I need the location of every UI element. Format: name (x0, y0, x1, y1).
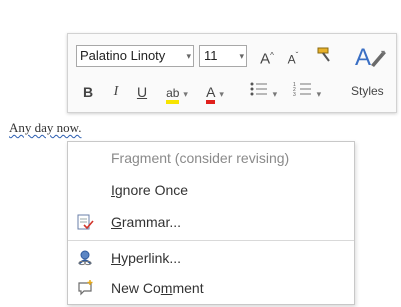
chevron-down-icon: ▾ (186, 51, 191, 61)
label-pre: New Co (111, 280, 161, 296)
menu-separator (68, 240, 354, 241)
menu-item-hyperlink[interactable]: Hyperlink... (68, 246, 354, 270)
bullet-list-icon (250, 82, 267, 96)
document-text[interactable]: Any day now. (9, 120, 81, 136)
font-name-select[interactable]: Palatino Linoty ▾ (76, 45, 194, 67)
chevron-down-icon: ▾ (219, 89, 224, 99)
context-menu: Fragment (consider revising) Ignore Once… (67, 141, 355, 305)
hyperlink-icon (78, 250, 92, 266)
menu-item-label: Grammar... (111, 210, 181, 234)
styles-button[interactable]: A ▾ (353, 41, 389, 71)
label-rest: ment (172, 280, 204, 296)
access-key: G (111, 214, 122, 230)
underline-button[interactable]: U (134, 81, 150, 103)
menu-item-grammar[interactable]: Grammar... (68, 210, 354, 234)
chevron-down-icon: ▾ (183, 89, 188, 99)
new-comment-icon (78, 280, 93, 296)
menu-item-suggestion: Fragment (consider revising) (68, 146, 354, 170)
menu-item-new-comment[interactable]: New Comment (68, 276, 354, 300)
numbering-button[interactable]: 1 2 3 ▾ (290, 81, 324, 103)
grammar-check-icon (77, 214, 94, 230)
access-key: m (160, 280, 173, 296)
highlight-button[interactable]: ab ▾ (162, 81, 192, 104)
menu-item-label: Ignore Once (111, 178, 188, 202)
font-name-value: Palatino Linoty (80, 48, 166, 63)
menu-item-label: New Comment (111, 276, 204, 300)
styles-icon: A ▾ (355, 44, 386, 71)
menu-item-ignore-once[interactable]: Ignore Once (68, 178, 354, 202)
grow-font-button[interactable]: A^ (258, 45, 276, 68)
menu-item-label: Hyperlink... (111, 246, 181, 270)
font-size-value: 11 (204, 48, 218, 63)
grow-font-icon: A (260, 50, 271, 68)
italic-button[interactable]: I (108, 81, 124, 103)
label-rest: rammar... (121, 214, 182, 230)
highlight-icon: ab (166, 86, 180, 104)
font-color-icon: A (206, 85, 216, 104)
shrink-font-icon: A (287, 52, 296, 67)
svg-text:A: A (355, 44, 371, 71)
menu-item-label: Fragment (consider revising) (111, 150, 290, 166)
svg-text:3: 3 (293, 92, 296, 97)
styles-label: Styles (351, 84, 384, 98)
format-painter-icon (317, 47, 330, 62)
chevron-down-icon: ▾ (272, 89, 278, 99)
chevron-down-icon: ▾ (316, 89, 322, 99)
bold-button[interactable]: B (80, 81, 96, 103)
access-key: H (111, 250, 122, 266)
label-rest: gnore Once (114, 182, 189, 198)
svg-text:▾: ▾ (381, 48, 385, 57)
label-rest: yperlink... (121, 250, 182, 266)
font-size-select[interactable]: 11 ▾ (199, 45, 247, 67)
mini-toolbar: Palatino Linoty ▾ 11 ▾ A^ Aˇ A ▾ Styles … (67, 33, 397, 113)
bullets-button[interactable]: ▾ (246, 81, 280, 103)
shrink-font-button[interactable]: Aˇ (284, 45, 302, 67)
format-painter-button[interactable] (314, 45, 336, 67)
chevron-down-icon: ▾ (239, 51, 244, 61)
font-color-button[interactable]: A ▾ (200, 81, 230, 104)
numbered-list-icon: 1 2 3 (293, 82, 311, 98)
